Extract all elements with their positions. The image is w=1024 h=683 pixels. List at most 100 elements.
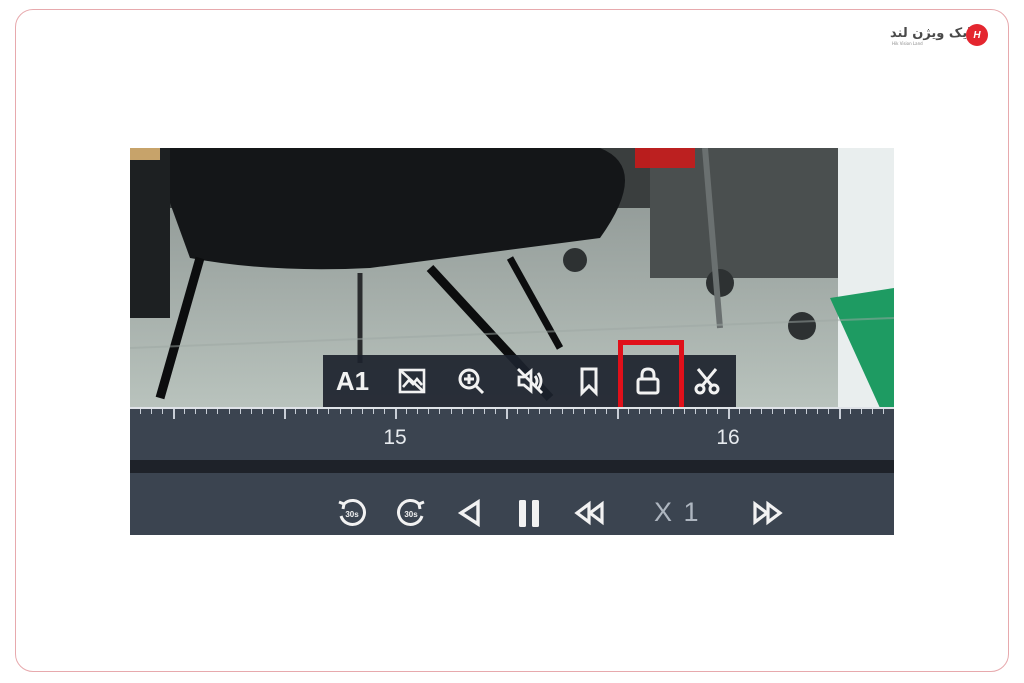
timeline-tick [261, 409, 263, 414]
timeline-tick [450, 409, 452, 414]
timeline-tick [272, 409, 274, 414]
timeline-tick [284, 409, 286, 419]
timeline-tick [783, 409, 785, 414]
lock-icon [636, 367, 659, 395]
timeline-tick [694, 409, 696, 414]
timeline-tick [150, 409, 152, 414]
rewind-30s-button[interactable]: 30s [334, 495, 370, 531]
timeline-tick [550, 409, 552, 414]
timeline-tick [195, 409, 197, 414]
timeline-track[interactable] [130, 460, 894, 473]
timeline-tick [650, 409, 652, 414]
timeline-tick [217, 409, 219, 414]
timeline-tick [306, 409, 308, 414]
timeline-tick [839, 409, 841, 419]
timeline-ruler [130, 407, 894, 409]
timeline-tick [761, 409, 763, 414]
svg-text:30s: 30s [404, 510, 418, 519]
timeline-tick [617, 409, 619, 419]
logo-subtitle: Hik Vision Land [892, 41, 923, 46]
timeline-tick [716, 409, 718, 414]
timeline-tick [639, 409, 641, 414]
timeline-tick [805, 409, 807, 414]
slow-down-icon [574, 500, 604, 526]
add-tag-button[interactable] [559, 355, 618, 407]
clip-button[interactable] [677, 355, 736, 407]
bookmark-icon [580, 367, 597, 397]
timeline-tick [872, 409, 874, 414]
lock-file-button[interactable] [618, 355, 677, 407]
svg-text:30s: 30s [345, 510, 359, 519]
digital-zoom-button[interactable] [441, 355, 500, 407]
timeline-tick [816, 409, 818, 414]
reverse-play-button[interactable] [452, 495, 488, 531]
timeline-tick [494, 409, 496, 414]
timeline-tick [461, 409, 463, 414]
timeline-tick [850, 409, 852, 414]
timeline-tick [206, 409, 208, 414]
mute-button[interactable] [500, 355, 559, 407]
timeline-tick [383, 409, 385, 414]
timeline-tick [395, 409, 397, 419]
timeline-tick [583, 409, 585, 414]
timeline-tick [483, 409, 485, 414]
timeline-tick [472, 409, 474, 414]
timeline-tick [339, 409, 341, 414]
timeline-tick [739, 409, 741, 414]
audio-channel-label: A1 [335, 365, 370, 396]
timeline-tick [439, 409, 441, 414]
timeline-tick [705, 409, 707, 414]
timeline-tick [161, 409, 163, 414]
playback-toolbar: A1 [323, 355, 736, 407]
timeline-tick [861, 409, 863, 414]
timeline-tick [506, 409, 508, 419]
scissors-icon [694, 368, 719, 395]
timeline-tick [372, 409, 374, 414]
rewind-30s-icon: 30s [338, 499, 366, 526]
pause-button[interactable] [511, 495, 547, 531]
logo-badge: H [966, 24, 988, 46]
timeline-tick [728, 409, 730, 419]
reverse-play-icon [457, 498, 480, 528]
timeline-tick [883, 409, 885, 414]
zoom-in-icon [458, 368, 484, 395]
brand-logo: هایک ویژن لند Hik Vision Land H [890, 22, 992, 48]
timeline-label-15: 15 [383, 426, 407, 449]
timeline-tick [628, 409, 630, 414]
pause-icon [519, 500, 539, 527]
timeline-tick [572, 409, 574, 414]
timeline-tick [605, 409, 607, 414]
timeline-tick [250, 409, 252, 414]
timeline-tick [139, 409, 141, 414]
timeline-tick [672, 409, 674, 414]
timeline-tick [350, 409, 352, 414]
slow-down-button[interactable] [571, 495, 607, 531]
playback-speed: X 1 [654, 497, 701, 527]
image-off-icon [398, 368, 425, 394]
playback-timeline[interactable]: 15 16 [130, 407, 894, 475]
audio-channel-button[interactable]: A1 [323, 355, 382, 407]
timeline-tick [428, 409, 430, 414]
timeline-tick [295, 409, 297, 414]
playback-controls: 30s 30s X 1 [130, 475, 894, 535]
timeline-tick [228, 409, 230, 414]
timeline-label-16: 16 [716, 426, 740, 449]
timeline-tick [750, 409, 752, 414]
timeline-tick [594, 409, 596, 414]
timeline-tick [328, 409, 330, 414]
speed-up-icon [753, 500, 783, 526]
timeline-tick [417, 409, 419, 414]
forward-30s-button[interactable]: 30s [393, 495, 429, 531]
timeline-tick [517, 409, 519, 414]
timeline-tick [772, 409, 774, 414]
timeline-tick [239, 409, 241, 414]
timeline-tick [827, 409, 829, 414]
image-off-button[interactable] [382, 355, 441, 407]
timeline-tick [184, 409, 186, 414]
timeline-tick [528, 409, 530, 414]
timeline-tick [683, 409, 685, 414]
timeline-tick [794, 409, 796, 414]
speed-up-button[interactable] [750, 495, 786, 531]
forward-30s-icon: 30s [397, 499, 425, 526]
timeline-tick [539, 409, 541, 414]
